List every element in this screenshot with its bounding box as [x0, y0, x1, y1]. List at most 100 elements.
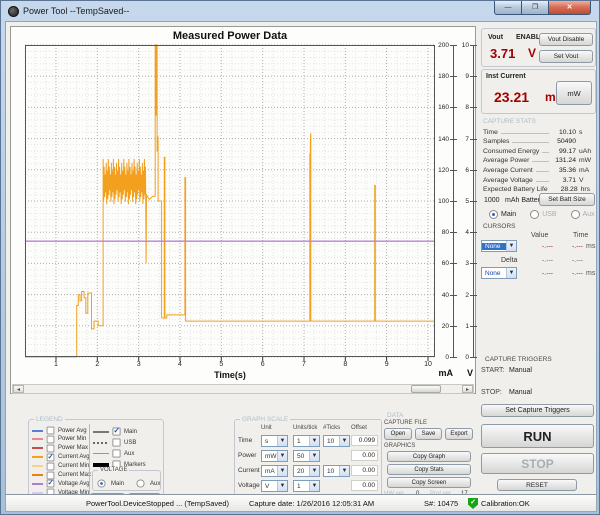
voltage-group-header: VOLTAGE [98, 467, 129, 473]
copy-stats-button[interactable]: Copy Stats [387, 464, 471, 475]
scale-power-per_tick-select[interactable]: 50▼ [293, 450, 320, 462]
x-tick-label: 3 [129, 361, 149, 368]
radio-icon[interactable] [97, 479, 105, 487]
scale-voltage-per_tick-select[interactable]: 1▼ [293, 480, 320, 492]
copy-screen-button[interactable]: Copy Screen [387, 477, 471, 488]
voltage-radio-aux[interactable]: Aux [136, 479, 160, 488]
data-header: DATA [387, 412, 403, 419]
series-toggle-label: Main [124, 429, 137, 435]
scale-row-label: Time [238, 437, 252, 444]
legend-checkbox[interactable] [47, 462, 55, 470]
legend-item-label: Current Max [58, 472, 91, 478]
scale-time-ticks-select[interactable]: 10▼ [323, 435, 350, 447]
scale-power-offset-field[interactable]: 0.00 [351, 450, 378, 461]
set-batt-size-button[interactable]: Set Batt Size [539, 193, 595, 206]
scale-col-header: Units/tick [293, 425, 317, 431]
chevron-down-icon: ▼ [309, 466, 319, 476]
legend-checkbox[interactable] [47, 427, 55, 435]
plot-area[interactable] [25, 45, 435, 357]
copy-graph-button[interactable]: Copy Graph [387, 451, 471, 462]
inst-current-group: Inst Current 23.21 mA mW [481, 69, 596, 114]
stats-row-value: 35.36 [552, 167, 576, 174]
legend-header: LEGEND [34, 416, 65, 423]
legend-line-sample [32, 465, 43, 467]
scroll-right-arrow-icon[interactable]: ▸ [462, 385, 473, 393]
legend-item-label: Power Max [58, 445, 88, 451]
legend-checkbox[interactable] [47, 453, 55, 461]
ruler-tick-label: 180 [431, 73, 449, 80]
run-button[interactable]: RUN [481, 424, 594, 448]
scale-current-offset-field[interactable]: 0.00 [351, 465, 378, 476]
vout-unit: V [528, 46, 536, 60]
set-vout-button[interactable]: Set Vout [539, 50, 593, 63]
chevron-down-icon: ▼ [309, 436, 319, 446]
stats-row-label: Time [483, 129, 498, 136]
ruler-tick-label: 60 [431, 260, 449, 267]
legend-checkbox[interactable] [47, 444, 55, 452]
radio-icon[interactable] [136, 479, 144, 487]
cursor1-select[interactable]: None▼ [481, 240, 517, 252]
legend-line-sample [32, 430, 43, 432]
chevron-down-icon: ▼ [309, 451, 319, 461]
scale-current-per_tick-select[interactable]: 20▼ [293, 465, 320, 477]
close-button[interactable]: ✕ [549, 1, 591, 15]
scale-current-ticks-select[interactable]: 10▼ [323, 465, 350, 477]
voltage-radio-main[interactable]: Main [97, 479, 124, 488]
channel-radio-usb[interactable]: USB [530, 210, 556, 219]
maximize-button[interactable]: ❐ [522, 1, 549, 15]
series-toggle-checkbox[interactable] [112, 449, 120, 457]
open-button[interactable]: Open [384, 428, 412, 440]
cursor1-time-unit: ms [586, 243, 595, 250]
scroll-thumb[interactable] [411, 385, 441, 393]
scale-time-per_tick-select[interactable]: 1▼ [293, 435, 320, 447]
scale-voltage-unit-select[interactable]: V▼ [261, 480, 288, 492]
radio-icon[interactable] [530, 210, 539, 219]
ruler-tick-label: 8 [451, 104, 469, 111]
channel-radio-aux[interactable]: Aux [571, 210, 595, 219]
series-toggle-label: Aux [124, 451, 134, 457]
scale-time-offset-field[interactable]: 0.099 [351, 435, 378, 446]
stats-row-value: 131.24 [552, 157, 576, 164]
legend-checkbox[interactable] [47, 480, 55, 488]
chart-hscrollbar[interactable]: ◂ ▸ [12, 384, 474, 394]
ruler-tick-label: 0 [431, 354, 449, 361]
set-capture-triggers-button[interactable]: Set Capture Triggers [481, 404, 594, 417]
minimize-button[interactable]: — [494, 1, 522, 15]
series-toggle-checkbox[interactable] [112, 427, 120, 435]
legend-checkbox[interactable] [47, 436, 55, 444]
stats-row-leader [536, 171, 549, 172]
stats-row-label: Consumed Energy [483, 148, 539, 155]
series-toggle-checkbox[interactable] [112, 438, 120, 446]
legend-item: Current Min [32, 462, 89, 471]
vout-value: 3.71 [490, 46, 515, 61]
graph-scale-group: GRAPH SCALE UnitUnits/tick#TicksOffsetTi… [234, 419, 382, 506]
vout-disable-button[interactable]: Vout Disable [539, 33, 593, 46]
scale-time-unit-select[interactable]: s▼ [261, 435, 288, 447]
channel-radio-label: Main [501, 211, 516, 218]
cursor2-select[interactable]: None▼ [481, 267, 517, 279]
ruler-tick-label: 160 [431, 104, 449, 111]
save-button[interactable]: Save [415, 428, 442, 440]
scale-col-header: Offset [351, 425, 367, 431]
radio-icon[interactable] [571, 210, 580, 219]
stats-row: Time10.10s [483, 126, 595, 136]
reset-button[interactable]: RESET [497, 479, 577, 491]
legend-item-label: Current Min [58, 463, 89, 469]
scale-voltage-offset-field[interactable]: 0.00 [351, 480, 378, 491]
ruler-tick [470, 45, 477, 46]
channel-radio-main[interactable]: Main [489, 210, 516, 219]
scale-current-unit-select[interactable]: mA▼ [261, 465, 288, 477]
stop-button[interactable]: STOP [481, 453, 594, 474]
x-tick-label: 1 [46, 361, 66, 368]
ruler-tick [470, 107, 477, 108]
battery-size-label: mAh Battery [505, 197, 544, 204]
radio-icon[interactable] [489, 210, 498, 219]
scale-power-unit-select[interactable]: mW▼ [261, 450, 288, 462]
x-tick-label: 6 [253, 361, 273, 368]
export-button[interactable]: Export [445, 428, 473, 440]
stats-row: Consumed Energy99.17uAh [483, 145, 595, 155]
trigger-stop-label: STOP: [481, 389, 502, 396]
mw-toggle-button[interactable]: mW [556, 81, 592, 105]
scroll-left-arrow-icon[interactable]: ◂ [13, 385, 24, 393]
ruler-tick [470, 263, 477, 264]
